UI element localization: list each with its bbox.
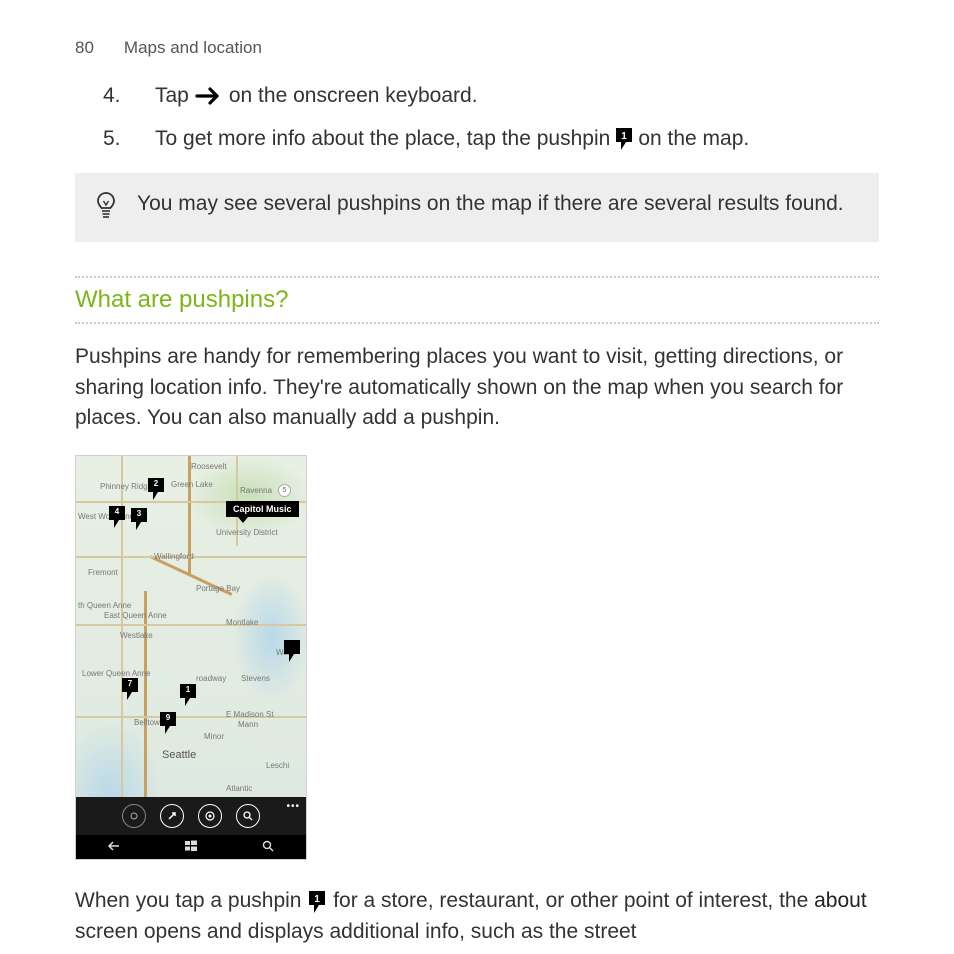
dotted-divider [75,322,879,324]
arrow-right-icon [195,86,223,106]
map-label: Wallingford [154,552,194,561]
tip-callout: You may see several pushpins on the map … [75,173,879,242]
map-label: Stevens [241,674,270,683]
map-label: Atlantic [226,784,252,793]
scout-icon[interactable] [122,804,146,828]
step-number: 4. [103,80,123,113]
map-label: roadway [196,674,226,683]
map-label: University District [216,528,278,537]
map-pushpin [284,640,300,662]
directions-icon[interactable] [160,804,184,828]
dotted-divider [75,276,879,278]
step-text: To get more info about the place, tap th… [155,123,749,156]
map-pushpin: 3 [131,508,147,530]
map-label: Leschi [266,761,289,770]
section-heading: What are pushpins? [75,282,288,318]
intro-paragraph: Pushpins are handy for remembering place… [75,342,879,433]
svg-text:1: 1 [315,894,321,905]
map-label: East Queen Anne [104,611,167,620]
map-label: Roosevelt [191,462,227,471]
back-icon[interactable] [107,840,121,855]
map-pushpin: 2 [148,478,164,500]
instruction-list: 4. Tap on the onscreen keyboard. 5. To g… [75,80,879,155]
bold-term: about [814,889,867,912]
map-action-bar: ••• [76,797,306,835]
map-pushpin: 4 [109,506,125,528]
map-label: Green Lake [171,480,213,489]
map-label: Lower Queen Anne [82,669,151,678]
map-label: Ravenna [240,486,272,495]
map-label: Montlake [226,618,258,627]
page-header: 80 Maps and location [75,38,879,58]
svg-text:1: 1 [622,131,628,142]
step-5: 5. To get more info about the place, tap… [103,123,879,156]
map-pushpin: 7 [122,678,138,700]
map-label: th Queen Anne [78,601,131,610]
tip-text: You may see several pushpins on the map … [137,189,844,219]
map-label: West Woodland [78,512,134,521]
pushpin-icon: 1 [616,128,632,150]
page-number: 80 [75,38,94,58]
map-label: Portage Bay [196,584,240,593]
map-pushpin: 9 [160,712,176,734]
map-label: Mann [238,720,258,729]
lightbulb-icon [95,191,117,226]
map-road [76,624,306,626]
search-icon[interactable] [236,804,260,828]
step-text: Tap on the onscreen keyboard. [155,80,478,113]
section-heading-block: What are pushpins? [75,276,879,324]
locate-me-icon[interactable] [198,804,222,828]
map-pushpin: 1 [180,684,196,706]
map-label: Westlake [120,631,153,640]
map-callout: Capitol Music [226,501,299,517]
header-section-title: Maps and location [124,38,262,58]
map-label: Fremont [88,568,118,577]
step-4: 4. Tap on the onscreen keyboard. [103,80,879,113]
closing-paragraph: When you tap a pushpin 1 for a store, re… [75,886,879,947]
windows-icon[interactable] [184,839,198,856]
map-label: Seattle [162,749,196,761]
pushpin-icon: 1 [309,891,325,913]
map-label: Minor [204,732,224,741]
search-nav-icon[interactable] [261,839,275,856]
more-menu-icon[interactable]: ••• [286,801,300,812]
phone-nav-bar [76,835,306,859]
map-label: E Madison St [226,710,274,719]
map-label: Phinney Ridge [100,482,152,491]
step-number: 5. [103,123,123,156]
map-screenshot: Roosevelt Phinney Ridge Green Lake Raven… [75,455,307,860]
